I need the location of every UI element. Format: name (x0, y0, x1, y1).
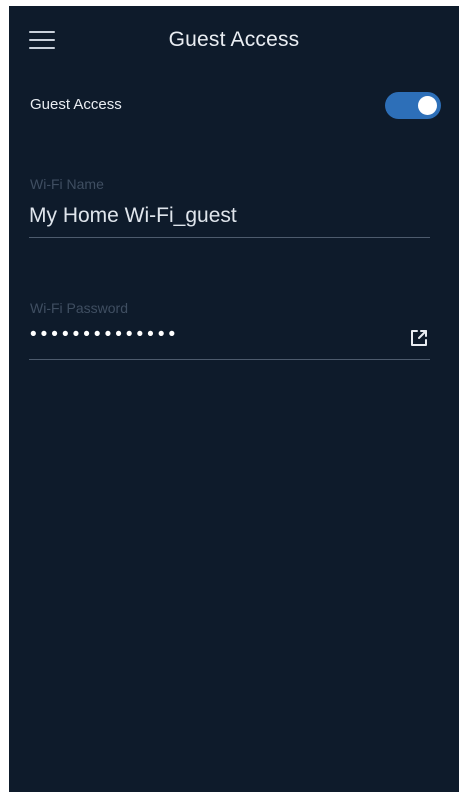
wifi-password-label: Wi-Fi Password (30, 300, 129, 316)
guest-access-toggle[interactable] (385, 92, 441, 119)
page-title: Guest Access (168, 28, 300, 51)
wifi-name-field[interactable]: My Home Wi-Fi_guest (29, 204, 237, 228)
wifi-password-field[interactable]: •••••••••••••• (30, 324, 179, 346)
wifi-name-label: Wi-Fi Name (30, 176, 104, 192)
guest-access-screen: Guest Access Guest Access Wi-Fi Name My … (9, 6, 459, 792)
wifi-name-underline (29, 237, 430, 238)
wifi-password-underline (29, 359, 430, 360)
guest-access-label: Guest Access (30, 96, 122, 113)
share-icon[interactable] (408, 327, 430, 349)
toggle-knob (418, 96, 437, 115)
